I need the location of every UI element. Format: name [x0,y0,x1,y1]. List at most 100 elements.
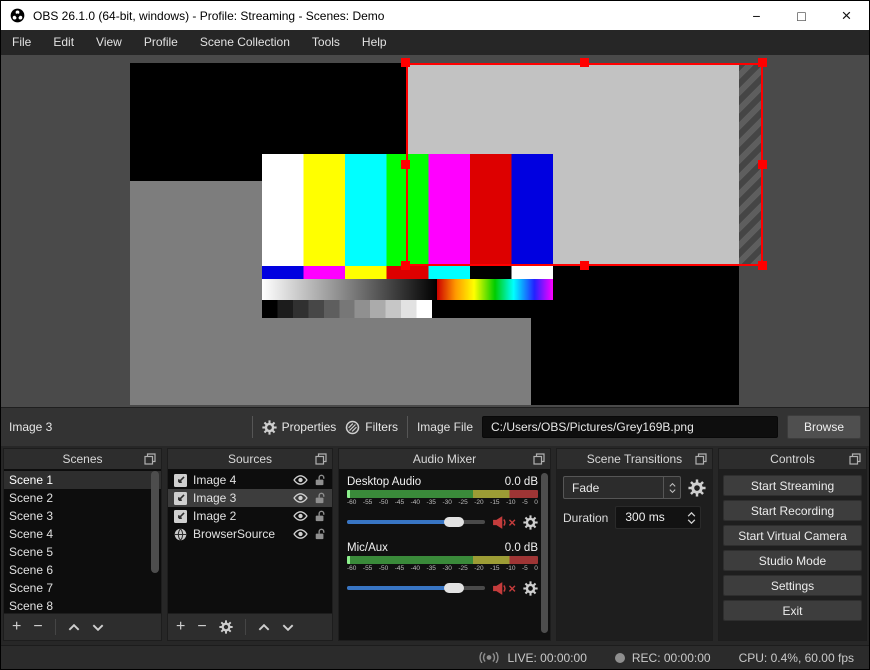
selection-handle-middle-left[interactable] [401,160,410,169]
canvas-black-region-bottom-right[interactable] [531,266,739,405]
mute-button[interactable]: × [492,515,516,530]
live-status: LIVE: 00:00:00 [478,651,587,665]
sources-title: Sources [227,452,273,466]
visibility-eye-icon[interactable] [293,511,308,521]
scenes-scrollbar[interactable] [151,471,159,573]
lock-icon[interactable] [314,528,326,540]
mute-button[interactable]: × [492,581,516,596]
transition-select-spinner[interactable] [663,477,680,498]
filters-button[interactable]: Filters [345,420,398,435]
scenes-title: Scenes [62,452,103,466]
settings-button[interactable]: Settings [723,575,862,596]
globe-icon [174,528,187,541]
volume-slider-thumb[interactable] [443,517,464,527]
scenes-header: Scenes [4,449,161,469]
source-label: Image 2 [193,509,237,523]
lock-icon[interactable] [314,492,326,504]
menu-scene-collection[interactable]: Scene Collection [189,30,301,55]
studio-mode-button[interactable]: Studio Mode [723,550,862,571]
greyscale-gradient [262,279,438,300]
move-scene-up-button[interactable] [68,624,80,631]
menu-tools[interactable]: Tools [301,30,351,55]
properties-button[interactable]: Properties [262,420,336,435]
menu-file[interactable]: File [1,30,42,55]
volume-slider[interactable] [347,517,486,527]
duration-label: Duration [563,510,609,525]
popout-icon[interactable] [315,453,327,465]
source-label: Image 3 [193,491,237,505]
selection-handle-top-right[interactable] [758,58,767,67]
menu-profile[interactable]: Profile [133,30,189,55]
close-button[interactable]: × [824,1,869,30]
source-list-item[interactable]: Image 4 [168,471,332,489]
mixer-channel-mic-aux: Mic/Aux 0.0 dB -60 -55 -50 -45 -40 -35 -30 -25-… [347,540,538,598]
channel-settings-gear-icon[interactable] [523,515,538,530]
dock-row: Scenes Scene 1 Scene 2 Scene 3 Scene 4 S… [1,446,869,645]
remove-source-button[interactable]: − [197,619,206,635]
exit-button[interactable]: Exit [723,600,862,621]
audio-mixer-body: Desktop Audio 0.0 dB -60 -55 -50 -45 -40 -35-… [339,469,550,640]
move-scene-down-button[interactable] [92,624,104,631]
add-source-button[interactable]: + [176,619,185,635]
mixer-scrollbar[interactable] [541,473,548,633]
spin-up-icon[interactable] [687,512,696,517]
transition-select[interactable]: Fade [563,476,681,499]
scene-list-item[interactable]: Scene 2 [4,489,161,507]
selection-outline[interactable] [406,63,763,266]
image-file-input[interactable] [482,416,778,438]
start-streaming-button[interactable]: Start Streaming [723,475,862,496]
add-scene-button[interactable]: + [12,619,21,635]
start-recording-button[interactable]: Start Recording [723,500,862,521]
image-source-icon [174,492,187,505]
remove-scene-button[interactable]: − [33,619,42,635]
selection-handle-bottom-right[interactable] [758,261,767,270]
volume-slider[interactable] [347,583,486,593]
start-virtual-camera-button[interactable]: Start Virtual Camera [723,525,862,546]
move-source-up-button[interactable] [258,624,270,631]
transition-settings-gear-icon[interactable] [688,479,706,497]
source-toolbar: Image 3 Properties Filters Image File Br… [1,407,869,446]
selection-handle-middle-right[interactable] [758,160,767,169]
menu-help[interactable]: Help [351,30,398,55]
selection-handle-top-left[interactable] [401,58,410,67]
scene-transitions-header: Scene Transitions [557,449,712,469]
muted-speaker-icon [492,581,507,596]
minimize-button[interactable]: − [734,1,779,30]
scene-transitions-panel: Scene Transitions Fade Duration 300 ms [556,448,713,641]
visibility-eye-icon[interactable] [293,529,308,539]
maximize-button[interactable]: □ [779,1,824,30]
popout-icon[interactable] [144,453,156,465]
selection-handle-bottom-center[interactable] [580,261,589,270]
popout-icon[interactable] [849,453,861,465]
visibility-eye-icon[interactable] [293,493,308,503]
move-source-down-button[interactable] [282,624,294,631]
browse-button[interactable]: Browse [787,415,861,439]
scene-list-item[interactable]: Scene 7 [4,579,161,597]
popout-icon[interactable] [695,453,707,465]
selection-handle-top-center[interactable] [580,58,589,67]
selection-handle-bottom-left[interactable] [401,261,410,270]
duration-spinbox[interactable]: 300 ms [615,506,702,529]
rec-status: REC: 00:00:00 [614,651,711,665]
sources-panel: Sources Image 4 Image 3 Image 2 BrowserS… [167,448,333,641]
scenes-toolbar: + − [4,613,161,640]
volume-slider-thumb[interactable] [443,583,464,593]
source-list-item[interactable]: BrowserSource [168,525,332,543]
source-properties-gear-icon[interactable] [219,620,233,634]
menu-edit[interactable]: Edit [42,30,85,55]
lock-icon[interactable] [314,474,326,486]
lock-icon[interactable] [314,510,326,522]
channel-settings-gear-icon[interactable] [523,581,538,596]
scene-list-item[interactable]: Scene 1 [4,471,161,489]
spin-down-icon[interactable] [687,519,696,524]
popout-icon[interactable] [533,453,545,465]
scene-list-item[interactable]: Scene 6 [4,561,161,579]
scene-list-item[interactable]: Scene 5 [4,543,161,561]
menu-view[interactable]: View [85,30,133,55]
scene-list-item[interactable]: Scene 3 [4,507,161,525]
scene-list-item[interactable]: Scene 8 [4,597,161,613]
scene-list-item[interactable]: Scene 4 [4,525,161,543]
source-list-item[interactable]: Image 3 [168,489,332,507]
source-list-item[interactable]: Image 2 [168,507,332,525]
visibility-eye-icon[interactable] [293,475,308,485]
